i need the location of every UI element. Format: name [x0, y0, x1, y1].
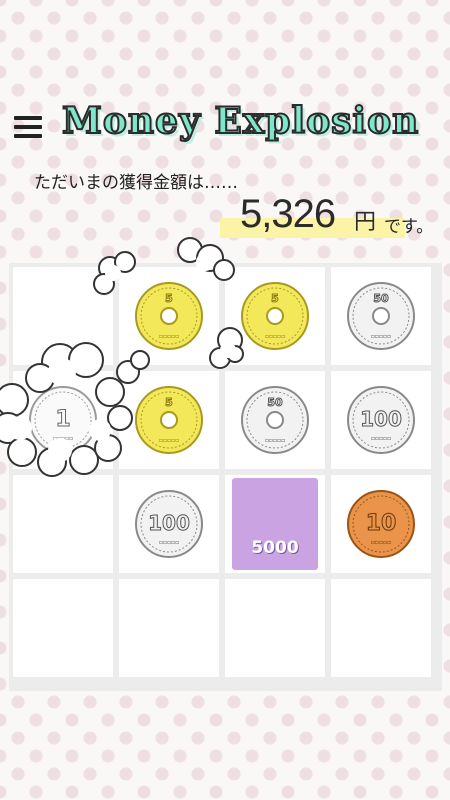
coin-tile[interactable]: 50 ▫▫▫▫▫: [225, 371, 325, 469]
hamburger-menu-icon: [14, 116, 42, 120]
coin-icon: 5 ▫▫▫▫▫: [135, 282, 203, 350]
coin-tile[interactable]: 1 ▫▫▫▫▫: [13, 371, 113, 469]
coin-tile[interactable]: 100 ▫▫▫▫▫: [119, 475, 219, 573]
coin-tile[interactable]: 50 ▫▫▫▫▫: [331, 267, 431, 365]
coin-value-label: 1: [55, 407, 70, 432]
board-cell[interactable]: 50 ▫▫▫▫▫: [331, 267, 431, 365]
svg-text:▫▫▫▫▫: ▫▫▫▫▫: [159, 333, 179, 340]
coin-icon: 100 ▫▫▫▫▫: [135, 490, 203, 558]
board-cell[interactable]: 1 ▫▫▫▫▫: [13, 371, 113, 469]
coin-value-label: 100: [360, 407, 402, 431]
coin-value-label: 50: [373, 292, 389, 305]
svg-text:▫▫▫▫▫: ▫▫▫▫▫: [265, 333, 285, 340]
coin-icon: 5 ▫▫▫▫▫: [241, 282, 309, 350]
coin-icon: 1 ▫▫▫▫▫: [29, 386, 97, 454]
svg-text:▫▫▫▫▫: ▫▫▫▫▫: [265, 437, 285, 444]
coin-icon: 100 ▫▫▫▫▫: [347, 386, 415, 454]
coin-value-label: 50: [267, 396, 283, 409]
coin-tile[interactable]: 5 ▫▫▫▫▫: [225, 267, 325, 365]
board-cell[interactable]: 5 ▫▫▫▫▫: [119, 371, 219, 469]
coin-value-label: 5: [271, 292, 279, 305]
currency-label: 円: [354, 210, 377, 235]
board-cell[interactable]: [13, 579, 113, 677]
coin-value-label: 100: [148, 511, 190, 535]
board-cell[interactable]: [331, 579, 431, 677]
board-cell[interactable]: [119, 579, 219, 677]
coin-tile[interactable]: 5 ▫▫▫▫▫: [119, 267, 219, 365]
svg-text:▫▫▫▫▫: ▫▫▫▫▫: [371, 435, 391, 442]
earnings-amount: 5,326: [240, 192, 336, 236]
svg-text:▫▫▫▫▫: ▫▫▫▫▫: [159, 437, 179, 444]
svg-text:▫▫▫▫▫: ▫▫▫▫▫: [53, 435, 73, 442]
svg-text:▫▫▫▫▫: ▫▫▫▫▫: [371, 333, 391, 340]
coin-value-label: 5: [165, 292, 173, 305]
coin-tile[interactable]: 10 ▫▫▫▫▫: [331, 475, 431, 573]
board-cell[interactable]: [225, 579, 325, 677]
coin-tile[interactable]: 100 ▫▫▫▫▫: [331, 371, 431, 469]
board-cell[interactable]: [13, 475, 113, 573]
banknote-label: 5000: [232, 478, 318, 570]
coin-icon: 10 ▫▫▫▫▫: [347, 490, 415, 558]
earnings-display: 5,326 円 です。: [220, 190, 450, 248]
board-cell[interactable]: 50 ▫▫▫▫▫: [225, 371, 325, 469]
app-title: Money Explosion: [61, 99, 420, 143]
coin-tile[interactable]: 5 ▫▫▫▫▫: [119, 371, 219, 469]
earnings-prompt: ただいまの獲得金額は……: [34, 173, 238, 193]
coin-value-label: 10: [366, 511, 397, 536]
board-cell[interactable]: 5000: [225, 475, 325, 573]
board-cell[interactable]: [13, 267, 113, 365]
coin-icon: 5 ▫▫▫▫▫: [135, 386, 203, 454]
board-cell[interactable]: 5 ▫▫▫▫▫: [119, 267, 219, 365]
board-cell[interactable]: 5 ▫▫▫▫▫: [225, 267, 325, 365]
svg-text:▫▫▫▫▫: ▫▫▫▫▫: [371, 539, 391, 546]
amount-suffix: です。: [384, 217, 434, 237]
coin-icon: 50 ▫▫▫▫▫: [347, 282, 415, 350]
board-cell[interactable]: 10 ▫▫▫▫▫: [331, 475, 431, 573]
banknote-tile[interactable]: 5000: [225, 475, 325, 573]
board-cell[interactable]: 100 ▫▫▫▫▫: [331, 371, 431, 469]
svg-text:▫▫▫▫▫: ▫▫▫▫▫: [159, 539, 179, 546]
coin-icon: 50 ▫▫▫▫▫: [241, 386, 309, 454]
game-board[interactable]: 5 ▫▫▫▫▫ 5 ▫▫▫▫▫ 50 ▫▫▫▫▫ 1 ▫▫▫▫▫ 5 ▫▫▫▫▫ 50 ▫▫▫▫▫ 10…: [9, 263, 442, 691]
board-cell[interactable]: 100 ▫▫▫▫▫: [119, 475, 219, 573]
coin-value-label: 5: [165, 396, 173, 409]
menu-button[interactable]: [14, 116, 42, 140]
